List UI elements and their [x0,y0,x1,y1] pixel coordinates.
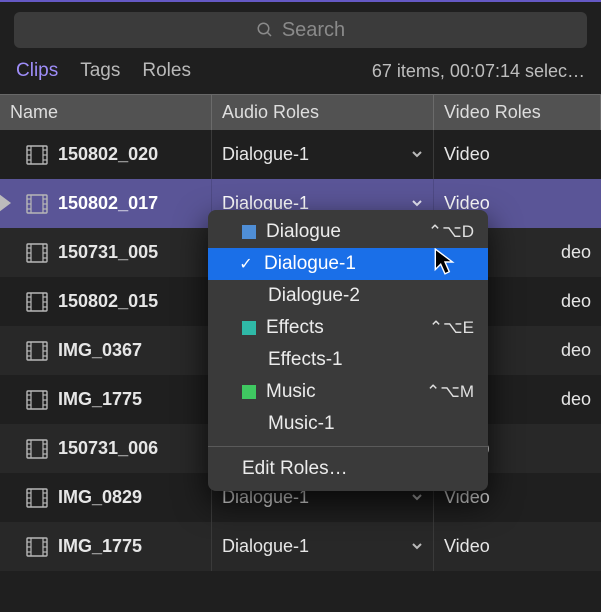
filmstrip-icon [26,341,48,361]
menu-label: Dialogue-1 [264,253,356,275]
column-audio-roles[interactable]: Audio Roles [212,95,434,130]
playhead-indicator-icon [0,194,11,212]
filmstrip-icon [26,243,48,263]
tab-tags[interactable]: Tags [80,60,120,82]
tab-roles[interactable]: Roles [142,60,191,82]
audio-role-cell[interactable]: Dialogue-1 [212,522,434,571]
column-header: Name Audio Roles Video Roles [0,94,601,130]
table-row[interactable]: 150802_020 Dialogue-1 Video [0,130,601,179]
filmstrip-icon [26,390,48,410]
menu-label: Dialogue-2 [268,285,360,307]
browser-panel: Search Clips Tags Roles 67 items, 00:07:… [0,0,601,612]
menu-item-edit-roles[interactable]: Edit Roles… [208,453,488,485]
menu-label: Music-1 [268,413,335,435]
video-role-value: Video [444,144,490,165]
video-role-cell[interactable]: Video [434,522,601,571]
tab-clips[interactable]: Clips [16,60,58,82]
filmstrip-icon [26,292,48,312]
clip-name: 150802_020 [58,144,158,165]
search-input[interactable]: Search [14,12,587,48]
filmstrip-icon [26,145,48,165]
clip-list: 150802_020 Dialogue-1 Video 150802_017 D… [0,130,601,571]
clip-name: IMG_0367 [58,340,142,361]
filmstrip-icon [26,488,48,508]
audio-role-value: Dialogue-1 [222,144,309,165]
clip-name: 150731_006 [58,438,158,459]
role-popup-menu: Dialogue ⌃⌥D ✓ Dialogue-1 Dialogue-2 Eff… [208,210,488,491]
menu-item-dialogue-1[interactable]: ✓ Dialogue-1 [208,248,488,280]
column-video-roles[interactable]: Video Roles [434,95,601,130]
selection-stats: 67 items, 00:07:14 selec… [372,61,585,82]
audio-role-cell[interactable]: Dialogue-1 [212,130,434,179]
swatch-icon [242,321,256,335]
menu-shortcut: ⌃⌥D [428,222,474,242]
menu-shortcut: ⌃⌥E [429,318,474,338]
menu-item-effects[interactable]: Effects ⌃⌥E [208,312,488,344]
menu-label: Music [266,381,316,403]
search-icon [256,21,274,39]
swatch-icon [242,225,256,239]
chevron-down-icon [411,144,423,165]
table-row[interactable]: IMG_1775 Dialogue-1 Video [0,522,601,571]
menu-shortcut: ⌃⌥M [426,382,474,402]
menu-item-dialogue-2[interactable]: Dialogue-2 [208,280,488,312]
search-placeholder: Search [282,19,345,42]
clip-name: 150802_015 [58,291,158,312]
video-role-cell[interactable]: Video [434,130,601,179]
clip-name: IMG_1775 [58,389,142,410]
menu-label: Dialogue [266,221,341,243]
clip-name: IMG_1775 [58,536,142,557]
swatch-icon [242,385,256,399]
menu-label: Effects [266,317,324,339]
column-name[interactable]: Name [0,95,212,130]
menu-label: Effects-1 [268,349,343,371]
clip-name: 150802_017 [58,193,158,214]
menu-separator [208,446,488,447]
filmstrip-icon [26,439,48,459]
menu-label: Edit Roles… [242,458,348,480]
clip-name: 150731_005 [58,242,158,263]
chevron-down-icon [411,536,423,557]
menu-item-music[interactable]: Music ⌃⌥M [208,376,488,408]
clip-name: IMG_0829 [58,487,142,508]
menu-item-music-1[interactable]: Music-1 [208,408,488,440]
tabs-row: Clips Tags Roles 67 items, 00:07:14 sele… [0,54,601,94]
menu-item-dialogue[interactable]: Dialogue ⌃⌥D [208,216,488,248]
menu-item-effects-1[interactable]: Effects-1 [208,344,488,376]
checkmark-icon: ✓ [238,254,254,274]
filmstrip-icon [26,194,48,214]
filmstrip-icon [26,537,48,557]
